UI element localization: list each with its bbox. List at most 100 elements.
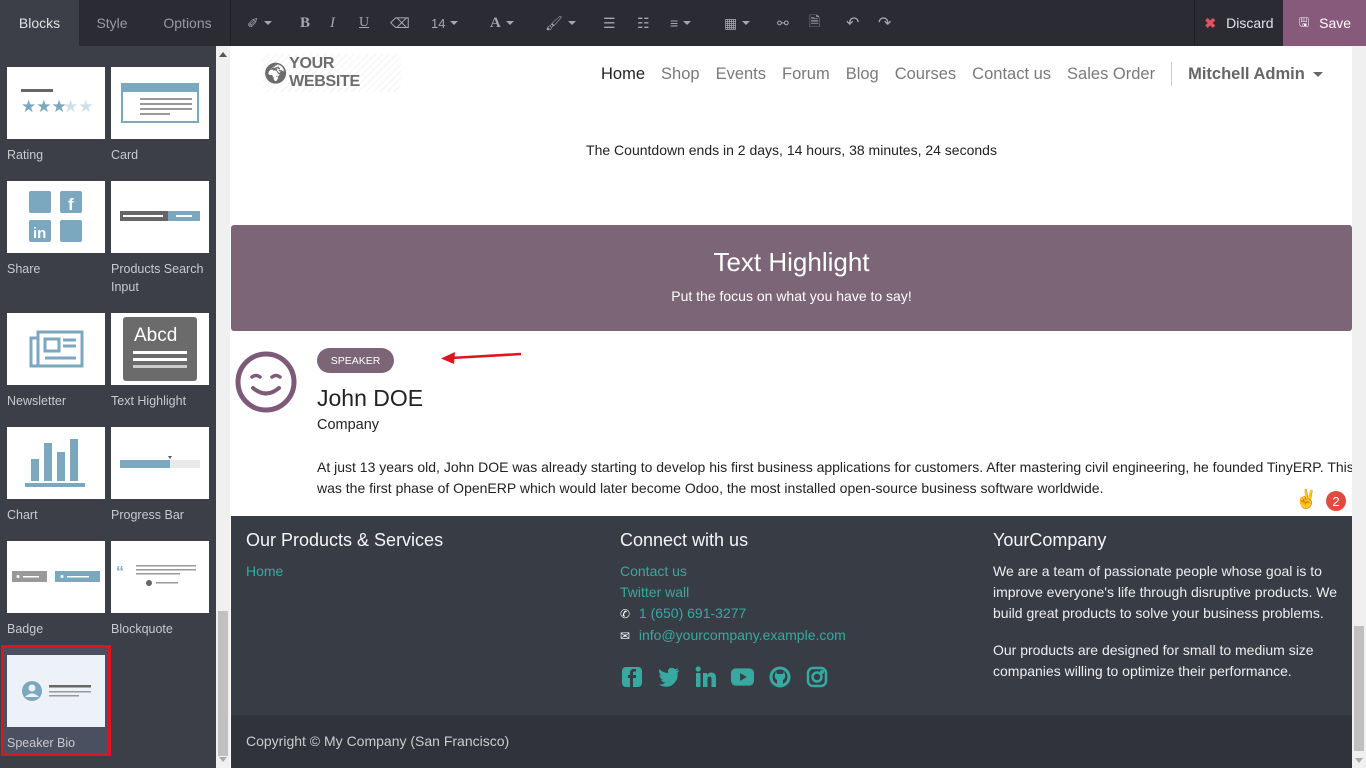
- undo-button[interactable]: ↶: [846, 0, 859, 46]
- snippet-newsletter[interactable]: Newsletter: [7, 313, 105, 410]
- italic-button[interactable]: I: [330, 0, 335, 46]
- progress-bar-icon: [111, 427, 209, 499]
- newsletter-icon: [7, 313, 105, 385]
- underline-icon: U: [359, 15, 370, 30]
- svg-text:“: “: [116, 564, 124, 581]
- bold-button[interactable]: B: [300, 0, 310, 46]
- nav-forum[interactable]: Forum: [782, 65, 830, 84]
- footer-company-title: YourCompany: [993, 530, 1107, 550]
- site-footer: Our Products & Services Home Connect wit…: [231, 516, 1352, 715]
- tab-style[interactable]: Style: [79, 0, 145, 46]
- copyright-text: Copyright © My Company (San Francisco): [246, 733, 510, 749]
- site-header: 🌍︎ YOUR WEBSITE Home Shop Events Forum Bl…: [231, 46, 1352, 102]
- speaker-bio-icon: [7, 655, 105, 727]
- social-links: [620, 665, 960, 688]
- nav-blog[interactable]: Blog: [846, 65, 879, 84]
- rating-icon: ★★★ ★★: [7, 67, 105, 139]
- nav-divider: [1171, 62, 1173, 86]
- link-button[interactable]: ⚯: [777, 0, 789, 46]
- footer-link-twitter-wall[interactable]: Twitter wall: [620, 582, 960, 603]
- snippet-blockquote[interactable]: “ Blockquote: [111, 541, 209, 638]
- snippet-products-search[interactable]: Products Search Input: [111, 181, 209, 296]
- nav-contact-us[interactable]: Contact us: [972, 65, 1051, 84]
- tab-options[interactable]: Options: [145, 0, 230, 46]
- phone-icon: ✆: [620, 607, 631, 621]
- snippet-chart[interactable]: Chart: [7, 427, 105, 524]
- nav-home[interactable]: Home: [601, 65, 645, 84]
- envelope-icon: ✉: [620, 629, 631, 643]
- footer-email[interactable]: ✉ info@yourcompany.example.com: [620, 625, 960, 647]
- font-color-icon: A: [490, 14, 501, 31]
- speaker-company: Company: [317, 417, 380, 433]
- snippet-progress-bar[interactable]: Progress Bar: [111, 427, 209, 524]
- nav-shop[interactable]: Shop: [661, 65, 700, 84]
- nav-sales-order[interactable]: Sales Order: [1067, 65, 1155, 84]
- snippet-badge[interactable]: Badge: [7, 541, 105, 638]
- victory-hand-icon[interactable]: ✌️: [1295, 489, 1317, 510]
- blockquote-icon: “: [111, 541, 209, 613]
- discard-button[interactable]: ✖ Discard: [1194, 0, 1283, 46]
- magic-wand-dropdown[interactable]: ✐: [247, 0, 272, 46]
- sidebar-tabs: Blocks Style Options: [0, 0, 230, 46]
- footer-phone[interactable]: ✆ 1 (650) 691-3277: [620, 603, 960, 625]
- save-button[interactable]: 🖫 Save: [1283, 0, 1366, 46]
- footer-connect-column: Connect with us Contact us Twitter wall …: [620, 530, 960, 688]
- globe-icon: 🌍︎: [263, 62, 289, 85]
- redo-icon: ↷: [878, 15, 892, 32]
- font-color-dropdown[interactable]: A: [490, 0, 514, 46]
- website-page: 🌍︎ YOUR WEBSITE Home Shop Events Forum Bl…: [231, 46, 1352, 768]
- background-color-dropdown[interactable]: 🖌: [545, 0, 576, 46]
- snippet-share[interactable]: in f Share: [7, 181, 105, 278]
- italic-icon: I: [330, 14, 335, 31]
- snippet-text-highlight[interactable]: Abcd Text Highlight: [111, 313, 209, 410]
- highlight-title: Text Highlight: [713, 247, 870, 277]
- footer-company-description: We are a team of passionate people whose…: [993, 563, 1338, 621]
- page-scrollbar[interactable]: [1352, 46, 1366, 768]
- table-dropdown[interactable]: ▦: [724, 0, 751, 46]
- share-icon: in f: [7, 181, 105, 253]
- font-size-dropdown[interactable]: 14: [431, 0, 459, 46]
- text-highlight-block: Text Highlight Put the focus on what you…: [231, 225, 1352, 331]
- bullet-list-button[interactable]: ☰: [603, 0, 616, 46]
- paintbrush-icon: 🖌: [545, 14, 563, 31]
- snippet-rating[interactable]: ★★★ ★★ Rating: [7, 67, 105, 164]
- user-menu[interactable]: Mitchell Admin: [1188, 65, 1323, 84]
- instagram-icon[interactable]: [805, 665, 828, 688]
- chart-icon: [7, 427, 105, 499]
- speaker-bio-block: SPEAKER John DOE Company At just 13 year…: [231, 331, 1352, 516]
- twitter-icon[interactable]: [657, 665, 680, 688]
- tab-blocks[interactable]: Blocks: [0, 0, 79, 46]
- notification-badge[interactable]: 2: [1326, 491, 1346, 511]
- eraser-button[interactable]: ⌫: [390, 0, 410, 46]
- nav-courses[interactable]: Courses: [895, 65, 956, 84]
- github-icon[interactable]: [768, 665, 791, 688]
- footer-link-contact-us[interactable]: Contact us: [620, 561, 960, 582]
- speaker-badge[interactable]: SPEAKER: [317, 348, 394, 373]
- linkedin-icon[interactable]: [694, 665, 717, 688]
- red-arrow-annotation: [441, 352, 522, 364]
- align-dropdown[interactable]: ≡: [670, 0, 692, 46]
- media-button[interactable]: 🗎: [809, 0, 820, 46]
- close-icon: ✖: [1204, 14, 1217, 31]
- snippet-card[interactable]: Card: [111, 67, 209, 164]
- footer-company-products: Our products are designed for small to m…: [993, 642, 1314, 679]
- snippet-speaker-bio[interactable]: Speaker Bio: [7, 655, 105, 752]
- copyright-bar: Copyright © My Company (San Francisco): [231, 715, 1352, 768]
- nav-events[interactable]: Events: [716, 65, 766, 84]
- facebook-icon[interactable]: [620, 665, 643, 688]
- sidebar-scrollbar[interactable]: [216, 46, 230, 768]
- editor-toolbar: ✐ B I U ⌫ 14 A 🖌 ☰ ☷ ≡ ▦ ⚯ 🗎 ↶ ↷ ✖ Discar…: [230, 0, 1366, 46]
- underline-button[interactable]: U: [359, 0, 369, 46]
- numbered-list-button[interactable]: ☷: [637, 0, 650, 46]
- youtube-icon[interactable]: [731, 665, 754, 688]
- site-logo[interactable]: 🌍︎ YOUR WEBSITE: [263, 54, 401, 92]
- snippets-sidebar: ★★★ ★★ Rating Card in f Share Products Sea…: [0, 0, 216, 768]
- main-nav: Home Shop Events Forum Blog Courses Cont…: [601, 46, 1323, 102]
- svg-text:Abcd: Abcd: [134, 325, 177, 346]
- svg-text:f: f: [68, 195, 74, 214]
- highlight-subtitle: Put the focus on what you have to say!: [671, 288, 912, 304]
- footer-link-home[interactable]: Home: [246, 561, 586, 582]
- floppy-disk-icon: 🖫: [1298, 14, 1310, 29]
- redo-button[interactable]: ↷: [878, 0, 891, 46]
- bold-icon: B: [300, 14, 311, 31]
